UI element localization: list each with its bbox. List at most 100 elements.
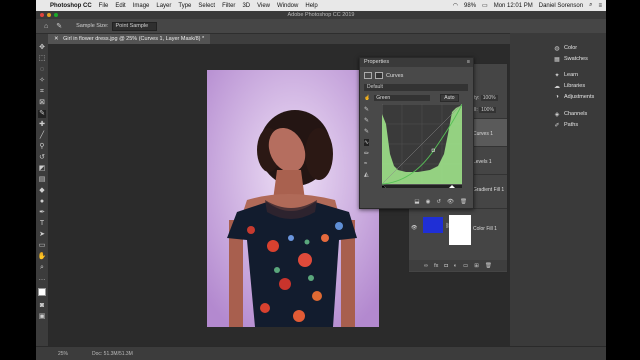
minimize-window-button[interactable] <box>47 13 51 17</box>
document-tab[interactable]: ✕ Girl in flower dress.jpg @ 25% (Curves… <box>48 34 211 44</box>
panel-label: Learn <box>564 72 579 78</box>
app-menu[interactable]: Photoshop CC <box>50 3 92 9</box>
type-tool-icon[interactable]: T <box>38 220 46 228</box>
eyedropper-tool-preset-icon[interactable]: ✎ <box>56 22 62 30</box>
delete-layer-icon[interactable]: 🗑 <box>485 263 492 269</box>
document-image[interactable] <box>207 70 379 327</box>
path-select-tool-icon[interactable]: ➤ <box>38 231 46 239</box>
view-previous-icon[interactable]: ◉ <box>426 199 431 205</box>
new-layer-icon[interactable]: ⊞ <box>474 263 479 269</box>
pencil-draw-icon[interactable]: ✏ <box>364 150 369 157</box>
visibility-eye-icon[interactable]: 👁 <box>411 225 417 231</box>
clock[interactable]: Mon 12:01 PM <box>494 3 533 9</box>
battery-percent[interactable]: 98% <box>464 3 476 9</box>
clone-stamp-tool-icon[interactable]: ⚲ <box>38 143 46 151</box>
eyedropper-tool-icon[interactable]: ✎ <box>38 110 46 118</box>
healing-brush-tool-icon[interactable]: ✚ <box>38 121 46 129</box>
adjustment-layer-icon[interactable]: ◐ <box>454 263 457 269</box>
lasso-tool-icon[interactable]: ◌ <box>38 66 46 74</box>
quick-mask-icon[interactable]: ◙ <box>38 302 46 310</box>
white-point-eyedropper-icon[interactable]: ✎ <box>364 128 369 135</box>
fx-icon[interactable]: fx <box>434 263 438 269</box>
menu-edit[interactable]: Edit <box>115 3 125 9</box>
opacity-value[interactable]: 100% <box>480 95 498 101</box>
history-brush-tool-icon[interactable]: ↺ <box>38 154 46 162</box>
hand-tool-icon[interactable]: ✋ <box>38 253 47 261</box>
bulb-icon: ✦ <box>554 72 560 79</box>
menu-3d[interactable]: 3D <box>242 3 250 9</box>
libraries-panel-tab[interactable]: ☁ Libraries <box>554 81 585 91</box>
gradient-tool-icon[interactable]: ▤ <box>38 176 46 184</box>
layer-mask-thumbnail[interactable] <box>449 215 471 245</box>
menu-layer[interactable]: Layer <box>156 3 171 9</box>
delete-adjustment-icon[interactable]: 🗑 <box>460 199 467 205</box>
more-tools-icon[interactable]: … <box>38 275 46 283</box>
screen-mode-icon[interactable]: ▣ <box>38 313 46 321</box>
menu-select[interactable]: Select <box>198 3 215 9</box>
close-window-button[interactable] <box>40 13 44 17</box>
search-icon[interactable]: ⌕ <box>589 2 592 9</box>
zoom-tool-icon[interactable]: ⌕ <box>38 264 46 272</box>
menu-window[interactable]: Window <box>277 3 298 9</box>
adjustments-panel-tab[interactable]: ◑ Adjustments <box>554 92 594 102</box>
brush-tool-icon[interactable]: ╱ <box>38 132 46 140</box>
gray-point-eyedropper-icon[interactable]: ✎ <box>364 117 369 124</box>
properties-header[interactable]: Properties ≡ <box>360 58 473 67</box>
dodge-tool-icon[interactable]: ● <box>38 198 46 206</box>
fill-value[interactable]: 100% <box>479 107 496 113</box>
sample-size-select[interactable]: Point Sample <box>111 21 158 31</box>
color-fill-thumbnail[interactable] <box>423 217 443 233</box>
document-info[interactable]: Doc: 51.3M/51.3M <box>92 351 133 357</box>
target-adjust-icon[interactable]: ☝ <box>364 95 370 101</box>
menu-filter[interactable]: Filter <box>222 3 235 9</box>
blur-tool-icon[interactable]: ◆ <box>38 187 46 195</box>
wifi-icon[interactable]: ◠ <box>453 2 458 9</box>
menu-file[interactable]: File <box>99 3 109 9</box>
panel-label: Channels <box>564 111 588 117</box>
swatches-panel-tab[interactable]: ▦ Swatches <box>554 54 588 64</box>
user-name[interactable]: Daniel Sorenson <box>539 3 583 9</box>
preset-select[interactable]: Default <box>364 84 468 91</box>
paths-panel-tab[interactable]: ✐ Paths <box>554 120 578 130</box>
battery-icon[interactable]: ▭ <box>482 2 488 9</box>
menu-help[interactable]: Help <box>305 3 317 9</box>
crop-tool-icon[interactable]: ⌗ <box>38 88 46 96</box>
eraser-tool-icon[interactable]: ◩ <box>38 165 46 173</box>
channel-select[interactable]: Green <box>374 95 431 101</box>
color-panel-tab[interactable]: ◍ Color <box>554 43 577 53</box>
frame-tool-icon[interactable]: ⊠ <box>38 99 46 107</box>
clip-to-layer-icon[interactable]: ⬓ <box>414 199 419 205</box>
foreground-color-swatch[interactable] <box>38 288 46 296</box>
menu-view[interactable]: View <box>257 3 270 9</box>
pen-tool-icon[interactable]: ✒ <box>38 209 46 217</box>
quick-select-tool-icon[interactable]: ✧ <box>38 77 46 85</box>
document-tab-bar: ✕ Girl in flower dress.jpg @ 25% (Curves… <box>48 34 548 44</box>
smooth-curve-icon[interactable]: ≈ <box>364 161 369 167</box>
home-icon[interactable]: ⌂ <box>44 23 48 30</box>
panel-menu-icon[interactable]: ≡ <box>467 58 470 67</box>
marquee-tool-icon[interactable]: ⬚ <box>38 55 46 63</box>
clipping-warning-icon[interactable]: ◭ <box>364 171 369 178</box>
rectangle-tool-icon[interactable]: ▭ <box>38 242 46 250</box>
toggle-visibility-icon[interactable]: 👁 <box>447 199 454 205</box>
add-mask-icon[interactable]: ◘ <box>444 263 447 269</box>
layer-row-color-fill[interactable]: 👁 ⛓ Color Fill 1 <box>409 208 507 249</box>
link-layers-icon[interactable]: ∞ <box>424 263 428 269</box>
new-group-icon[interactable]: ▭ <box>463 263 468 269</box>
move-tool-icon[interactable]: ✥ <box>38 44 46 52</box>
channels-panel-tab[interactable]: ◈ Channels <box>554 109 588 119</box>
close-tab-icon[interactable]: ✕ <box>54 36 59 42</box>
swatches-grid-icon: ▦ <box>554 56 560 63</box>
black-point-eyedropper-icon[interactable]: ✎ <box>364 106 369 113</box>
zoom-level[interactable]: 25% <box>58 351 68 357</box>
menu-type[interactable]: Type <box>178 3 191 9</box>
layer-mask-icon[interactable] <box>375 72 383 79</box>
curves-graph[interactable] <box>382 104 462 188</box>
menu-list-icon[interactable]: ≡ <box>598 3 602 9</box>
menu-image[interactable]: Image <box>133 3 150 9</box>
zoom-window-button[interactable] <box>54 13 58 17</box>
curve-points-icon[interactable]: ∿ <box>364 139 370 146</box>
learn-panel-tab[interactable]: ✦ Learn <box>554 70 578 80</box>
reset-adjustment-icon[interactable]: ↺ <box>436 199 441 205</box>
auto-button[interactable]: Auto <box>440 94 459 102</box>
